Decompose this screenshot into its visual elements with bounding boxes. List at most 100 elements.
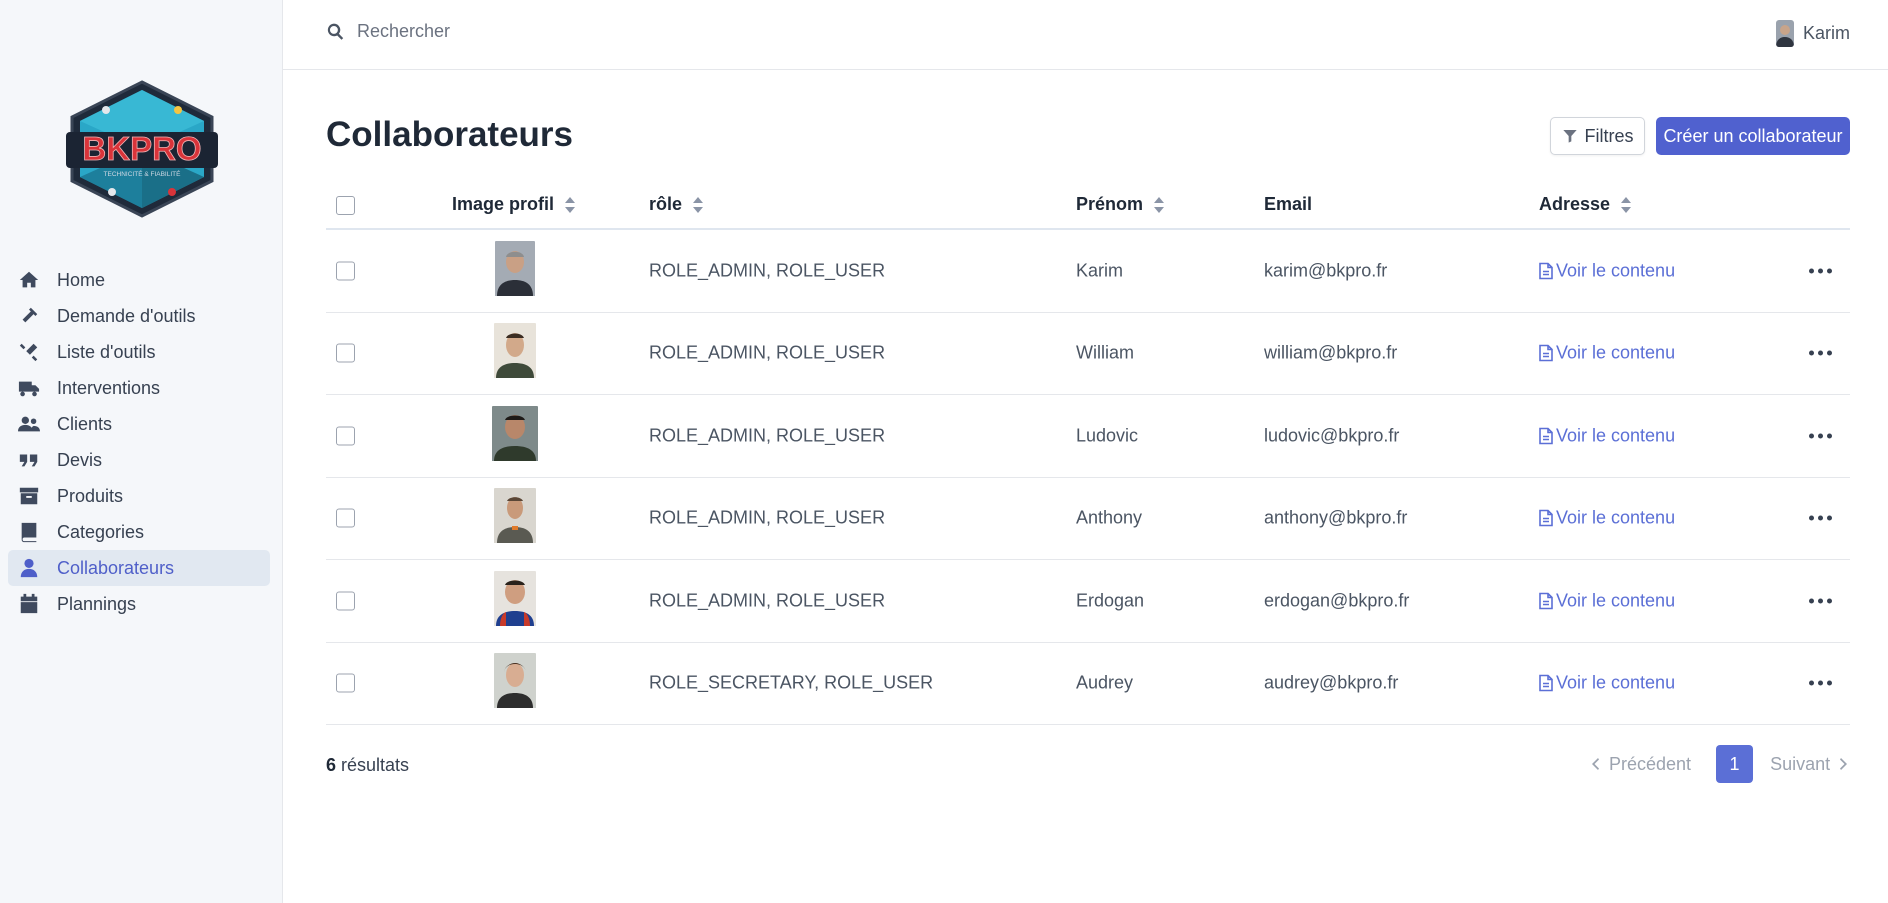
column-label: Email [1264,194,1313,214]
sidebar-item-categories[interactable]: Categories [8,514,270,550]
user-menu[interactable]: Karim [1775,20,1850,47]
sidebar-item-interventions[interactable]: Interventions [8,370,270,406]
pagination-previous[interactable]: Précédent [1591,754,1691,775]
pagination-page-current[interactable]: 1 [1716,745,1754,783]
row-checkbox[interactable] [336,508,355,528]
archive-icon [15,485,43,507]
quote-icon [15,449,43,471]
cell-role: ROLE_SECRETARY, ROLE_USER [649,672,934,693]
table-row: ROLE_ADMIN, ROLE_USER William william@bk… [326,313,1850,395]
address-link-label: Voir le contenu [1556,425,1676,446]
address-link[interactable]: Voir le contenu [1539,508,1675,529]
sort-icon [1621,196,1632,213]
profile-photo [495,240,535,301]
users-icon [15,413,43,435]
sidebar-item-produits[interactable]: Produits [8,478,270,514]
pagination-next[interactable]: Suivant [1770,754,1848,775]
cell-firstname: Anthony [1076,507,1143,528]
user-name: Karim [1802,23,1850,43]
address-link-label: Voir le contenu [1556,590,1676,611]
results-count: 6 résultats [326,755,409,776]
cell-firstname: Ludovic [1076,425,1139,446]
sidebar-item-label: Demande d'outils [57,305,196,326]
cell-email: erdogan@bkpro.fr [1264,590,1410,611]
row-checkbox[interactable] [336,261,355,281]
row-actions-menu[interactable] [1809,515,1832,521]
sidebar-item-label: Devis [57,449,103,470]
sidebar-item-label: Liste d'outils [57,341,156,362]
chevron-left-icon [1592,758,1599,770]
row-actions-menu[interactable] [1809,598,1832,604]
cell-email: william@bkpro.fr [1264,342,1398,363]
row-actions-menu[interactable] [1809,433,1832,439]
search-bar [326,21,757,42]
table-row: ROLE_ADMIN, ROLE_USER Erdogan erdogan@bk… [326,560,1850,643]
file-icon [1539,674,1553,692]
row-actions-menu[interactable] [1809,680,1832,686]
select-all-checkbox[interactable] [336,196,355,215]
hammer-icon [15,305,43,327]
pagination: Précédent 1 Suivant [1591,745,1848,783]
table-header: Image profil rôle Prénom Email Adresse [326,184,1850,230]
search-input[interactable] [357,21,757,42]
cell-role: ROLE_ADMIN, ROLE_USER [649,425,886,446]
sidebar-item-plannings[interactable]: Plannings [8,586,270,622]
sidebar-item-label: Categories [57,521,145,542]
sidebar-item-home[interactable]: Home [8,262,270,298]
sidebar-item-demande-outils[interactable]: Demande d'outils [8,298,270,334]
pagination-previous-label: Précédent [1609,753,1692,774]
profile-photo [494,653,536,713]
sidebar-item-clients[interactable]: Clients [8,406,270,442]
avatar [1775,20,1794,47]
row-checkbox[interactable] [336,673,355,693]
results-count-label: résultats [341,755,410,775]
row-checkbox[interactable] [336,343,355,363]
results-count-number: 6 [326,755,337,775]
cell-firstname: William [1076,342,1134,363]
file-icon [1539,262,1553,280]
column-prenom[interactable]: Prénom [1076,194,1165,215]
profile-photo [494,570,536,631]
table-row: ROLE_ADMIN, ROLE_USER Karim karim@bkpro.… [326,230,1850,313]
cell-email: anthony@bkpro.fr [1264,507,1408,528]
column-role[interactable]: rôle [649,194,704,215]
user-icon [15,557,43,579]
address-link[interactable]: Voir le contenu [1539,590,1675,611]
cell-role: ROLE_ADMIN, ROLE_USER [649,590,886,611]
sidebar-item-label: Interventions [57,377,161,398]
table-row: ROLE_ADMIN, ROLE_USER Anthony anthony@bk… [326,478,1850,560]
address-link[interactable]: Voir le contenu [1539,260,1675,281]
address-link[interactable]: Voir le contenu [1539,673,1675,694]
filter-button[interactable]: Filtres [1550,117,1645,155]
page-title: Collaborateurs [326,115,573,154]
filter-button-label: Filtres [1584,125,1634,146]
chevron-right-icon [1840,758,1848,770]
address-link-label: Voir le contenu [1556,342,1676,363]
column-label: Adresse [1539,194,1611,214]
sidebar-item-devis[interactable]: Devis [8,442,270,478]
sidebar-item-liste-outils[interactable]: Liste d'outils [8,334,270,370]
file-icon [1539,427,1553,445]
create-collaborator-button[interactable]: Créer un collaborateur [1656,117,1850,155]
sort-icon [1154,196,1165,213]
address-link[interactable]: Voir le contenu [1539,425,1675,446]
truck-icon [15,377,43,399]
sidebar-nav: Home Demande d'outils Liste d'outils Int… [8,262,270,622]
tools-icon [15,341,43,363]
column-image-profil[interactable]: Image profil [452,194,576,215]
file-icon [1539,509,1553,527]
table-row: ROLE_ADMIN, ROLE_USER Ludovic ludovic@bk… [326,395,1850,478]
address-link-label: Voir le contenu [1556,672,1676,693]
column-adresse[interactable]: Adresse [1539,194,1632,215]
sidebar-item-label: Collaborateurs [57,557,175,578]
sidebar-item-collaborateurs[interactable]: Collaborateurs [8,550,270,586]
address-link[interactable]: Voir le contenu [1539,343,1675,364]
row-checkbox[interactable] [336,426,355,446]
table-row: ROLE_SECRETARY, ROLE_USER Audrey audrey@… [326,643,1850,725]
row-actions-menu[interactable] [1809,350,1832,356]
bkpro-logo[interactable]: BKPRO TECHNICITÉ & FIABILITÉ [66,80,218,218]
cell-role: ROLE_ADMIN, ROLE_USER [649,260,886,281]
row-checkbox[interactable] [336,591,355,611]
column-label: Image profil [452,194,555,214]
row-actions-menu[interactable] [1809,268,1832,274]
